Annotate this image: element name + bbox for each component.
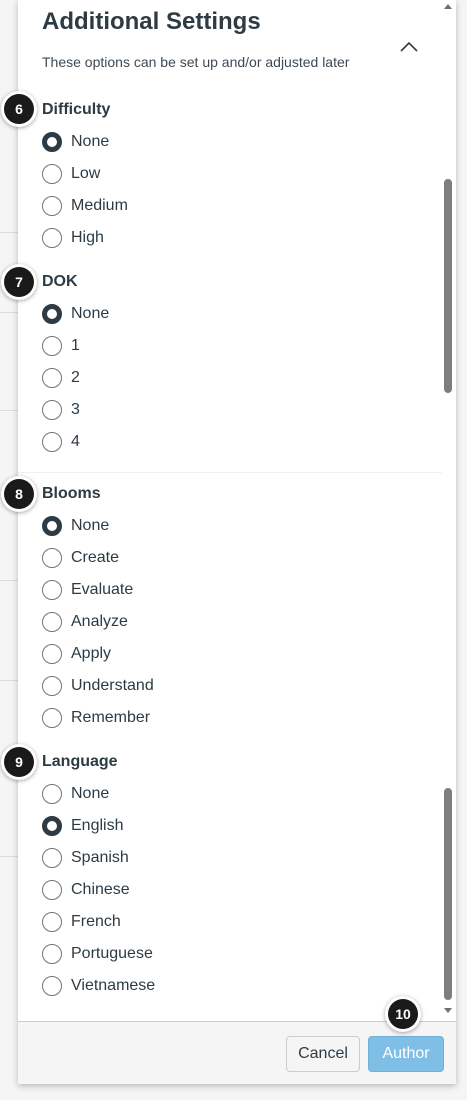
option-label: Medium: [71, 197, 128, 214]
blooms-option-evaluate[interactable]: Evaluate: [42, 578, 133, 602]
option-label: None: [71, 133, 110, 150]
language-heading: Language: [42, 753, 118, 770]
radio-button[interactable]: [42, 336, 62, 356]
cancel-button[interactable]: Cancel: [286, 1036, 360, 1072]
radio-button[interactable]: [42, 784, 62, 804]
dok-option-none[interactable]: None: [42, 302, 109, 326]
language-option-spanish[interactable]: Spanish: [42, 846, 129, 870]
option-label: English: [71, 817, 124, 834]
radio-button[interactable]: [42, 644, 62, 664]
difficulty-option-high[interactable]: High: [42, 226, 104, 250]
difficulty-option-low[interactable]: Low: [42, 162, 100, 186]
option-label: Low: [71, 165, 101, 182]
radio-button[interactable]: [42, 880, 62, 900]
radio-button[interactable]: [42, 816, 62, 836]
radio-button[interactable]: [42, 976, 62, 996]
blooms-option-analyze[interactable]: Analyze: [42, 610, 128, 634]
author-button[interactable]: Author: [368, 1036, 444, 1072]
callout-badge: 9: [4, 747, 34, 777]
radio-button[interactable]: [42, 368, 62, 388]
callout-badge: 6: [4, 94, 34, 124]
blooms-option-understand[interactable]: Understand: [42, 674, 154, 698]
backdrop-divider: [0, 580, 18, 581]
dok-option-4[interactable]: 4: [42, 430, 80, 454]
backdrop-divider: [0, 856, 18, 857]
option-label: Understand: [71, 677, 154, 694]
difficulty-option-none[interactable]: None: [42, 130, 109, 154]
radio-button[interactable]: [42, 612, 62, 632]
radio-button[interactable]: [42, 848, 62, 868]
callout-badge: 8: [4, 479, 34, 509]
option-label: 2: [71, 369, 80, 386]
section-divider: [18, 472, 442, 473]
scrollbar-thumb[interactable]: [444, 788, 452, 1000]
dok-option-1[interactable]: 1: [42, 334, 80, 358]
backdrop-divider: [0, 410, 18, 411]
scroll-down-arrow-icon[interactable]: [443, 1007, 453, 1015]
backdrop-divider: [0, 232, 18, 233]
option-label: French: [71, 913, 121, 930]
radio-button[interactable]: [42, 132, 62, 152]
radio-button[interactable]: [42, 432, 62, 452]
radio-button[interactable]: [42, 304, 62, 324]
radio-button[interactable]: [42, 676, 62, 696]
language-option-vietnamese[interactable]: Vietnamese: [42, 974, 155, 998]
option-label: Spanish: [71, 849, 129, 866]
difficulty-heading: Difficulty: [42, 101, 111, 118]
panel-scroll-area[interactable]: Additional Settings These options can be…: [18, 0, 456, 1021]
blooms-option-create[interactable]: Create: [42, 546, 119, 570]
radio-button[interactable]: [42, 548, 62, 568]
option-label: High: [71, 229, 104, 246]
callout-badge: 10: [388, 999, 418, 1029]
dok-heading: DOK: [42, 273, 78, 290]
option-label: 1: [71, 337, 80, 354]
radio-button[interactable]: [42, 196, 62, 216]
option-label: Remember: [71, 709, 151, 726]
option-label: Vietnamese: [71, 977, 156, 994]
option-label: Portuguese: [71, 945, 153, 962]
option-label: 3: [71, 401, 80, 418]
radio-button[interactable]: [42, 516, 62, 536]
scrollbar-thumb[interactable]: [444, 179, 452, 393]
difficulty-option-medium[interactable]: Medium: [42, 194, 128, 218]
radio-button[interactable]: [42, 228, 62, 248]
collapse-button[interactable]: [396, 34, 422, 60]
blooms-option-none[interactable]: None: [42, 514, 109, 538]
option-label: None: [71, 785, 110, 802]
option-label: None: [71, 305, 110, 322]
option-label: Apply: [71, 645, 112, 662]
language-option-french[interactable]: French: [42, 910, 121, 934]
panel-subtitle: These options can be set up and/or adjus…: [42, 54, 350, 70]
language-option-none[interactable]: None: [42, 782, 109, 806]
radio-button[interactable]: [42, 400, 62, 420]
radio-button[interactable]: [42, 164, 62, 184]
option-label: None: [71, 517, 110, 534]
language-option-portuguese[interactable]: Portuguese: [42, 942, 153, 966]
scroll-up-arrow-icon[interactable]: [443, 2, 453, 10]
blooms-option-apply[interactable]: Apply: [42, 642, 111, 666]
backdrop-divider: [0, 680, 18, 681]
radio-button[interactable]: [42, 944, 62, 964]
option-label: 4: [71, 433, 80, 450]
radio-button[interactable]: [42, 708, 62, 728]
radio-button[interactable]: [42, 580, 62, 600]
blooms-heading: Blooms: [42, 485, 101, 502]
language-option-chinese[interactable]: Chinese: [42, 878, 130, 902]
additional-settings-panel: Additional Settings These options can be…: [4, 0, 456, 1084]
dok-option-2[interactable]: 2: [42, 366, 80, 390]
option-label: Analyze: [71, 613, 128, 630]
backdrop-divider: [0, 312, 18, 313]
chevron-up-icon: [400, 41, 418, 52]
radio-button[interactable]: [42, 912, 62, 932]
callout-badge: 7: [4, 267, 34, 297]
dok-option-3[interactable]: 3: [42, 398, 80, 422]
option-label: Chinese: [71, 881, 130, 898]
blooms-option-remember[interactable]: Remember: [42, 706, 150, 730]
panel-title: Additional Settings: [42, 8, 261, 35]
option-label: Create: [71, 549, 120, 566]
panel-footer: Cancel Author: [18, 1021, 456, 1084]
language-option-english[interactable]: English: [42, 814, 123, 838]
option-label: Evaluate: [71, 581, 134, 598]
